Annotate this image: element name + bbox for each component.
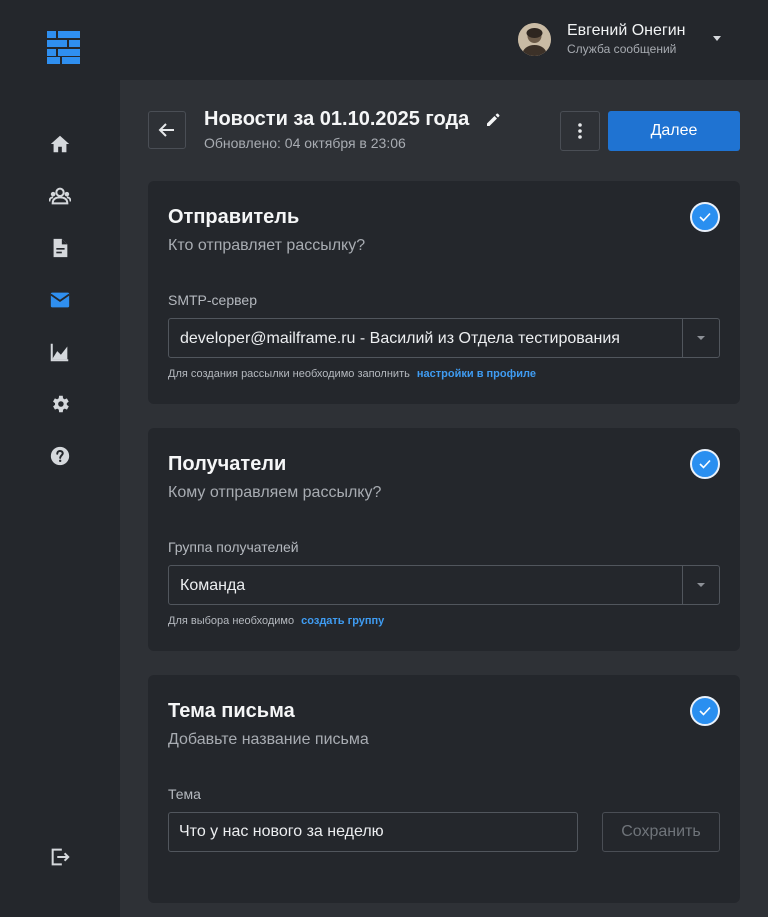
- sender-card: Отправитель Кто отправляет рассылку? SMT…: [148, 181, 740, 404]
- recipients-check-icon: [690, 449, 720, 479]
- recipients-group-label: Группа получателей: [168, 539, 299, 555]
- smtp-select[interactable]: developer@mailframe.ru - Василий из Отде…: [168, 318, 720, 358]
- page-title: Новости за 01.10.2025 года: [204, 108, 470, 130]
- subject-title: Тема письма: [168, 700, 295, 722]
- sender-title: Отправитель: [168, 206, 300, 228]
- recipients-group-select[interactable]: Команда: [168, 565, 720, 605]
- chevron-down-icon[interactable]: [713, 36, 721, 41]
- gear-icon: [53, 395, 69, 413]
- pencil-icon: [487, 113, 500, 126]
- recipients-hint: Для выбора необходимо создать группу: [168, 615, 384, 627]
- brand-logo[interactable]: [47, 31, 81, 64]
- create-group-link[interactable]: создать группу: [301, 615, 384, 627]
- sidebar-item-settings[interactable]: [48, 392, 72, 416]
- avatar[interactable]: [518, 23, 551, 56]
- subject-input[interactable]: [168, 812, 578, 852]
- sidebar-item-mailings[interactable]: [48, 288, 72, 312]
- sidebar-item-analytics[interactable]: [48, 340, 72, 364]
- edit-title-button[interactable]: [485, 112, 501, 128]
- user-menu[interactable]: Евгений Онегин Служба сообщений: [518, 20, 728, 60]
- logout-button[interactable]: [48, 845, 72, 869]
- smtp-label: SMTP-сервер: [168, 292, 257, 308]
- recipients-card: Получатели Кому отправляем рассылку? Гру…: [148, 428, 740, 651]
- logout-icon: [51, 848, 70, 866]
- help-icon: [50, 446, 70, 466]
- profile-settings-link[interactable]: настройки в профиле: [417, 368, 536, 380]
- sender-subtitle: Кто отправляет рассылку?: [168, 237, 366, 254]
- subject-check-icon: [690, 696, 720, 726]
- save-button[interactable]: Сохранить: [602, 812, 720, 852]
- chevron-down-icon[interactable]: [697, 583, 705, 587]
- more-vertical-icon: [578, 123, 582, 139]
- sidebar-item-documents[interactable]: [48, 236, 72, 260]
- sidebar: [0, 80, 120, 917]
- subject-label: Тема: [168, 786, 201, 802]
- sidebar-item-help[interactable]: [48, 444, 72, 468]
- recipients-title: Получатели: [168, 453, 287, 475]
- more-options-button[interactable]: [560, 111, 600, 151]
- contacts-icon: [49, 187, 71, 205]
- home-icon: [50, 135, 70, 153]
- analytics-icon: [50, 343, 69, 362]
- recipients-subtitle: Кому отправляем рассылку?: [168, 484, 382, 501]
- document-icon: [53, 238, 68, 258]
- top-bar: Евгений Онегин Служба сообщений: [0, 0, 768, 80]
- back-button[interactable]: [148, 111, 186, 149]
- recipients-group-value: Команда: [180, 577, 246, 594]
- subject-subtitle: Добавьте название письма: [168, 731, 369, 748]
- sender-hint: Для создания рассылки необходимо заполни…: [168, 368, 536, 380]
- sidebar-item-home[interactable]: [48, 132, 72, 156]
- user-name: Евгений Онегин: [567, 22, 686, 39]
- mail-icon: [50, 292, 70, 308]
- chevron-down-icon[interactable]: [697, 336, 705, 340]
- arrow-left-icon: [158, 123, 174, 137]
- sidebar-item-contacts[interactable]: [48, 184, 72, 208]
- select-divider: [682, 566, 683, 604]
- sender-check-icon: [690, 202, 720, 232]
- next-button[interactable]: Далее: [608, 111, 740, 151]
- user-role: Служба сообщений: [567, 42, 677, 56]
- updated-timestamp: Обновлено: 04 октября в 23:06: [204, 135, 406, 151]
- smtp-select-value: developer@mailframe.ru - Василий из Отде…: [180, 330, 620, 347]
- sender-hint-text: Для создания рассылки необходимо заполни…: [168, 368, 410, 380]
- subject-card: Тема письма Добавьте название письма Тем…: [148, 675, 740, 903]
- recipients-hint-text: Для выбора необходимо: [168, 615, 295, 627]
- select-divider: [682, 319, 683, 357]
